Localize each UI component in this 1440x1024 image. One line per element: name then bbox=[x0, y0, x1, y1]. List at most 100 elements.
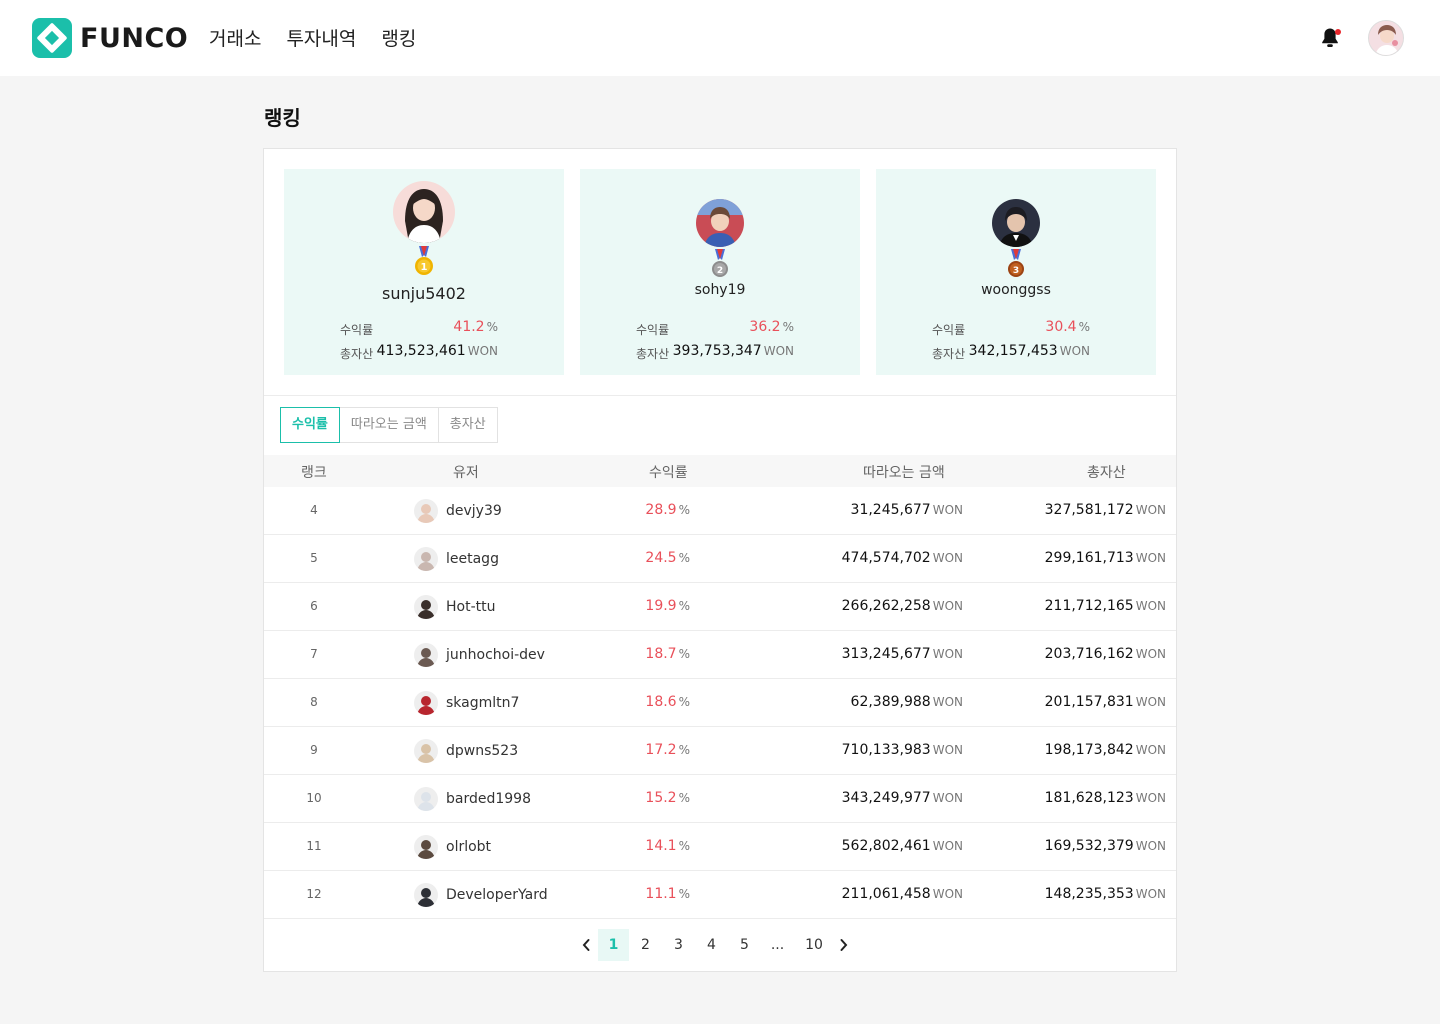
row-rank: 10 bbox=[306, 791, 322, 805]
page-button[interactable]: 4 bbox=[695, 929, 728, 961]
table-row[interactable]: 4 devjy39 28.9% 31,245,677 WON 327,581,172 WON bbox=[264, 487, 1176, 535]
table-row[interactable]: 11 olrlobt 14.1% 562,802,461 WON 169,532,379 W… bbox=[264, 823, 1176, 871]
asset-value: 413,523,461 bbox=[376, 343, 466, 359]
prev-page-icon[interactable] bbox=[576, 929, 596, 961]
podium-card-2[interactable]: 2 sohy19 수익률 36.2% 총자산 393,753,347 WON bbox=[580, 169, 860, 375]
yield-label: 수익률 bbox=[636, 323, 670, 337]
row-user[interactable]: junhochoi-dev bbox=[414, 643, 545, 667]
tab-yield[interactable]: 수익률 bbox=[280, 407, 340, 443]
table-row[interactable]: 9 dpwns523 17.2% 710,133,983 WON 198,173,842 W… bbox=[264, 727, 1176, 775]
page-button[interactable]: 5 bbox=[728, 929, 761, 961]
row-username: devjy39 bbox=[446, 503, 502, 519]
page-button[interactable]: 3 bbox=[662, 929, 695, 961]
page-button[interactable]: 10 bbox=[794, 929, 834, 961]
row-username: DeveloperYard bbox=[446, 887, 548, 903]
row-total-asset: 327,581,172 WON bbox=[1044, 502, 1166, 518]
row-rank: 9 bbox=[310, 743, 318, 757]
tab-follow-amount[interactable]: 따라오는 금액 bbox=[339, 407, 439, 443]
won-unit: WON bbox=[932, 599, 963, 613]
won-unit: WON bbox=[763, 344, 794, 358]
asset-label: 총자산 bbox=[932, 347, 966, 361]
row-user[interactable]: Hot-ttu bbox=[414, 595, 496, 619]
next-page-icon[interactable] bbox=[834, 929, 854, 961]
tab-total-asset[interactable]: 총자산 bbox=[438, 407, 498, 443]
logo-icon bbox=[32, 18, 72, 58]
svg-text:3: 3 bbox=[1013, 266, 1019, 276]
row-yield: 18.7% bbox=[645, 646, 690, 662]
row-user[interactable]: olrlobt bbox=[414, 835, 491, 859]
row-follow-amount: 343,249,977 WON bbox=[841, 790, 963, 806]
table-row[interactable]: 6 Hot-ttu 19.9% 266,262,258 WON 211,712,165 WO… bbox=[264, 583, 1176, 631]
row-user[interactable]: skagmltn7 bbox=[414, 691, 519, 715]
table-row[interactable]: 5 leetagg 24.5% 474,574,702 WON 299,161,713 WO… bbox=[264, 535, 1176, 583]
table-row[interactable]: 10 barded1998 15.2% 343,249,977 WON 181,628,1… bbox=[264, 775, 1176, 823]
main-nav: 거래소 투자내역 랭킹 bbox=[209, 24, 416, 51]
row-user[interactable]: leetagg bbox=[414, 547, 499, 571]
row-user[interactable]: dpwns523 bbox=[414, 739, 518, 763]
row-user[interactable]: devjy39 bbox=[414, 499, 502, 523]
won-unit: WON bbox=[1135, 743, 1166, 757]
header-follow-amount[interactable]: 따라오는 금액 bbox=[863, 462, 945, 482]
podium-username: woonggss bbox=[981, 282, 1051, 298]
user-avatar-icon bbox=[414, 787, 438, 811]
nav-item-investments[interactable]: 투자내역 bbox=[286, 24, 356, 51]
percent-unit: % bbox=[1078, 320, 1090, 334]
user-avatar[interactable] bbox=[1368, 20, 1404, 56]
podium-username: sohy19 bbox=[694, 282, 746, 298]
table-row[interactable]: 12 DeveloperYard 11.1% 211,061,458 WON 148,23… bbox=[264, 871, 1176, 919]
header-yield[interactable]: 수익률 bbox=[649, 462, 688, 482]
page-list: 1 2 3 4 5... 10 bbox=[598, 929, 834, 961]
asset-value: 393,753,347 bbox=[672, 343, 762, 359]
podium-card-3[interactable]: 3 woonggss 수익률 30.4% 총자산 342,157,453 WON bbox=[876, 169, 1156, 375]
ranking-panel: 1 sunju5402 수익률 41.2% 총자산 413,523,461 WON bbox=[263, 148, 1177, 972]
percent-unit: % bbox=[678, 695, 690, 709]
page-button[interactable]: 1 bbox=[598, 929, 629, 961]
brand-logo[interactable]: FUNCO bbox=[32, 18, 188, 58]
won-unit: WON bbox=[1135, 887, 1166, 901]
row-follow-amount: 313,245,677 WON bbox=[841, 646, 963, 662]
nav-item-exchange[interactable]: 거래소 bbox=[209, 24, 261, 51]
table-row[interactable]: 8 skagmltn7 18.6% 62,389,988 WON 201,157,831 W… bbox=[264, 679, 1176, 727]
row-rank: 5 bbox=[310, 551, 318, 565]
row-follow-amount: 266,262,258 WON bbox=[841, 598, 963, 614]
row-total-asset: 203,716,162 WON bbox=[1044, 646, 1166, 662]
header-user[interactable]: 유저 bbox=[453, 462, 479, 482]
percent-unit: % bbox=[678, 887, 690, 901]
yield-label: 수익률 bbox=[932, 323, 966, 337]
percent-unit: % bbox=[678, 791, 690, 805]
row-yield: 15.2% bbox=[645, 790, 690, 806]
sort-tabs: 수익률 따라오는 금액 총자산 bbox=[280, 407, 498, 443]
row-rank: 12 bbox=[306, 887, 322, 901]
table-row[interactable]: 7 junhochoi-dev 18.7% 313,245,677 WON 203,716… bbox=[264, 631, 1176, 679]
row-follow-amount: 211,061,458 WON bbox=[841, 886, 963, 902]
won-unit: WON bbox=[932, 839, 963, 853]
user-avatar-icon bbox=[414, 643, 438, 667]
page-title: 랭킹 bbox=[264, 106, 301, 130]
row-username: Hot-ttu bbox=[446, 599, 496, 615]
row-username: barded1998 bbox=[446, 791, 531, 807]
row-follow-amount: 474,574,702 WON bbox=[841, 550, 963, 566]
brand-name: FUNCO bbox=[80, 22, 189, 54]
podium-avatar bbox=[393, 181, 455, 243]
yield-value: 30.4 bbox=[1045, 319, 1077, 335]
row-yield: 14.1% bbox=[645, 838, 690, 854]
won-unit: WON bbox=[1135, 503, 1166, 517]
row-username: dpwns523 bbox=[446, 743, 519, 759]
header-rank[interactable]: 랭크 bbox=[301, 462, 327, 482]
row-yield: 28.9% bbox=[645, 502, 690, 518]
won-unit: WON bbox=[1135, 791, 1166, 805]
row-user[interactable]: DeveloperYard bbox=[414, 883, 548, 907]
page-button[interactable]: 2 bbox=[629, 929, 662, 961]
row-yield: 17.2% bbox=[645, 742, 690, 758]
nav-item-ranking[interactable]: 랭킹 bbox=[381, 24, 416, 51]
won-unit: WON bbox=[932, 887, 963, 901]
row-user[interactable]: barded1998 bbox=[414, 787, 531, 811]
won-unit: WON bbox=[467, 344, 498, 358]
row-yield: 11.1% bbox=[645, 886, 690, 902]
row-username: leetagg bbox=[446, 551, 499, 567]
yield-label: 수익률 bbox=[340, 323, 374, 337]
header-total-asset[interactable]: 총자산 bbox=[1087, 462, 1126, 482]
podium-avatar bbox=[696, 199, 744, 247]
podium-card-1[interactable]: 1 sunju5402 수익률 41.2% 총자산 413,523,461 WON bbox=[284, 169, 564, 375]
won-unit: WON bbox=[1135, 551, 1166, 565]
